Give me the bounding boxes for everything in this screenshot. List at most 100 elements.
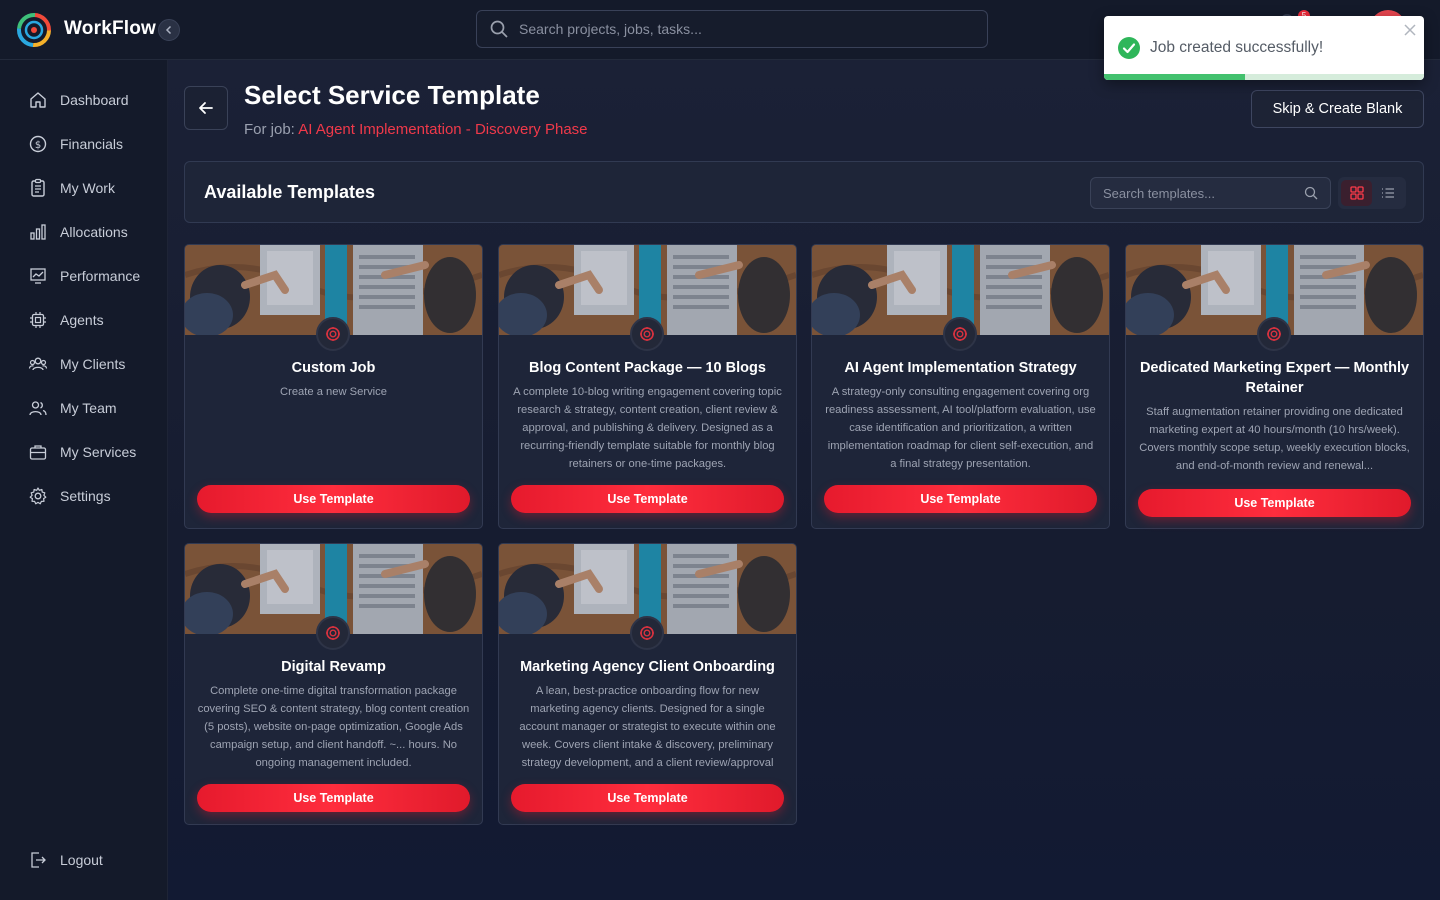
sidebar-item-label: My Clients [60, 356, 126, 372]
template-card[interactable]: Custom Job Create a new Service Use Temp… [184, 244, 483, 529]
sidebar-item-agents[interactable]: Agents [16, 302, 156, 338]
close-icon[interactable] [1402, 22, 1418, 38]
template-card[interactable]: Marketing Agency Client Onboarding A lea… [498, 543, 797, 825]
template-search-input[interactable] [1103, 185, 1304, 201]
sidebar-collapse-button[interactable] [158, 19, 180, 41]
sidebar-item-label: My Work [60, 180, 115, 196]
skip-create-blank-button[interactable]: Skip & Create Blank [1251, 90, 1424, 128]
use-template-button[interactable]: Use Template [197, 784, 470, 812]
team-icon [28, 398, 48, 418]
templates-toolbar: Available Templates [184, 161, 1424, 223]
templates-heading: Available Templates [204, 182, 376, 202]
template-card[interactable]: Digital Revamp Complete one-time digital… [184, 543, 483, 825]
users-icon [28, 354, 48, 374]
page-subtitle: For job: AI Agent Implementation - Disco… [244, 121, 588, 138]
template-description: Create a new Service [280, 386, 387, 398]
search-icon [1304, 186, 1318, 200]
template-description: A complete 10-blog writing engagement co… [513, 386, 782, 470]
toast-message: Job created successfully! [1150, 39, 1324, 56]
use-template-button[interactable]: Use Template [824, 485, 1097, 513]
search-icon [490, 20, 508, 38]
sidebar-item-label: My Team [60, 400, 117, 416]
grid-icon [1349, 186, 1364, 200]
template-badge [630, 317, 664, 351]
template-badge [943, 317, 977, 351]
template-title: Marketing Agency Client Onboarding [520, 659, 775, 675]
main-content: Select Service Template For job: AI Agen… [168, 60, 1440, 900]
use-template-button[interactable]: Use Template [511, 784, 784, 812]
template-description: A strategy-only consulting engagement co… [825, 386, 1096, 470]
workflow-logo-icon [326, 327, 340, 341]
sidebar-item-performance[interactable]: Performance [16, 258, 156, 294]
subtitle-prefix: For job: [244, 121, 295, 138]
template-search[interactable] [1090, 177, 1331, 209]
template-badge [1257, 317, 1291, 351]
sidebar-item-my-services[interactable]: My Services [16, 434, 156, 470]
success-toast: Job created successfully! [1104, 16, 1424, 80]
sidebar-item-label: Dashboard [60, 92, 129, 108]
page-title: Select Service Template [244, 80, 540, 110]
check-circle-icon [1118, 37, 1140, 59]
sidebar-item-label: Settings [60, 488, 111, 504]
arrow-left-icon [199, 102, 213, 114]
template-title: Digital Revamp [281, 659, 386, 675]
template-title: Blog Content Package — 10 Blogs [529, 360, 766, 376]
logout-button[interactable]: Logout [16, 842, 156, 878]
sidebar-item-label: My Services [60, 444, 137, 460]
template-description: A lean, best-practice onboarding flow fo… [519, 685, 776, 769]
template-title: AI Agent Implementation Strategy [844, 360, 1077, 376]
template-title: Custom Job [291, 360, 376, 376]
template-badge [316, 616, 350, 650]
template-card[interactable]: Dedicated Marketing Expert — Monthly Ret… [1125, 244, 1424, 529]
list-icon [1381, 188, 1394, 198]
toast-progress-bar [1104, 74, 1245, 80]
workflow-logo-icon [953, 327, 967, 341]
template-title: Dedicated Marketing Expert — Monthly Ret… [1139, 360, 1410, 396]
use-template-button[interactable]: Use Template [1138, 489, 1411, 517]
sidebar-item-my-work[interactable]: My Work [16, 170, 156, 206]
sidebar-item-allocations[interactable]: Allocations [16, 214, 156, 250]
sidebar-item-financials[interactable]: $ Financials [16, 126, 156, 162]
chevron-left-icon [165, 25, 172, 35]
workflow-logo-icon [640, 626, 654, 640]
workflow-logo-icon [326, 626, 340, 640]
use-template-button[interactable]: Use Template [197, 485, 470, 513]
view-toggle [1338, 177, 1406, 209]
brand-name: WorkFlow [64, 18, 157, 39]
template-badge [630, 616, 664, 650]
use-template-button[interactable]: Use Template [511, 485, 784, 513]
home-icon [28, 90, 48, 110]
template-card[interactable]: Blog Content Package — 10 Blogs A comple… [498, 244, 797, 529]
sidebar-item-label: Performance [60, 268, 141, 284]
logout-label: Logout [60, 852, 103, 868]
sidebar-item-label: Allocations [60, 224, 128, 240]
dollar-icon: $ [28, 134, 48, 154]
briefcase-icon [28, 442, 48, 462]
bar-chart-icon [28, 222, 48, 242]
grid-view-button[interactable] [1341, 180, 1372, 206]
sidebar-item-settings[interactable]: Settings [16, 478, 156, 514]
global-search[interactable] [476, 10, 988, 48]
clipboard-icon [28, 178, 48, 198]
sidebar-item-dashboard[interactable]: Dashboard [16, 82, 156, 118]
back-button[interactable] [184, 86, 228, 130]
trend-chart-icon [28, 266, 48, 286]
job-name-link[interactable]: AI Agent Implementation - Discovery Phas… [298, 121, 587, 138]
template-card[interactable]: AI Agent Implementation Strategy A strat… [811, 244, 1110, 529]
template-description: Complete one-time digital transformation… [197, 685, 470, 769]
template-badge [316, 317, 350, 351]
logout-icon [28, 850, 48, 870]
global-search-input[interactable] [519, 21, 987, 37]
cpu-icon [28, 310, 48, 330]
sidebar: Dashboard $ Financials My Work Allocatio… [0, 60, 168, 900]
workflow-logo-icon [17, 13, 51, 47]
svg-text:$: $ [35, 140, 41, 151]
gear-icon [28, 486, 48, 506]
workflow-logo-icon [640, 327, 654, 341]
sidebar-item-label: Agents [60, 312, 104, 328]
workflow-logo-icon [1267, 327, 1281, 341]
sidebar-item-my-clients[interactable]: My Clients [16, 346, 156, 382]
list-view-button[interactable] [1372, 180, 1403, 206]
template-description: Staff augmentation retainer providing on… [1139, 406, 1410, 472]
sidebar-item-my-team[interactable]: My Team [16, 390, 156, 426]
